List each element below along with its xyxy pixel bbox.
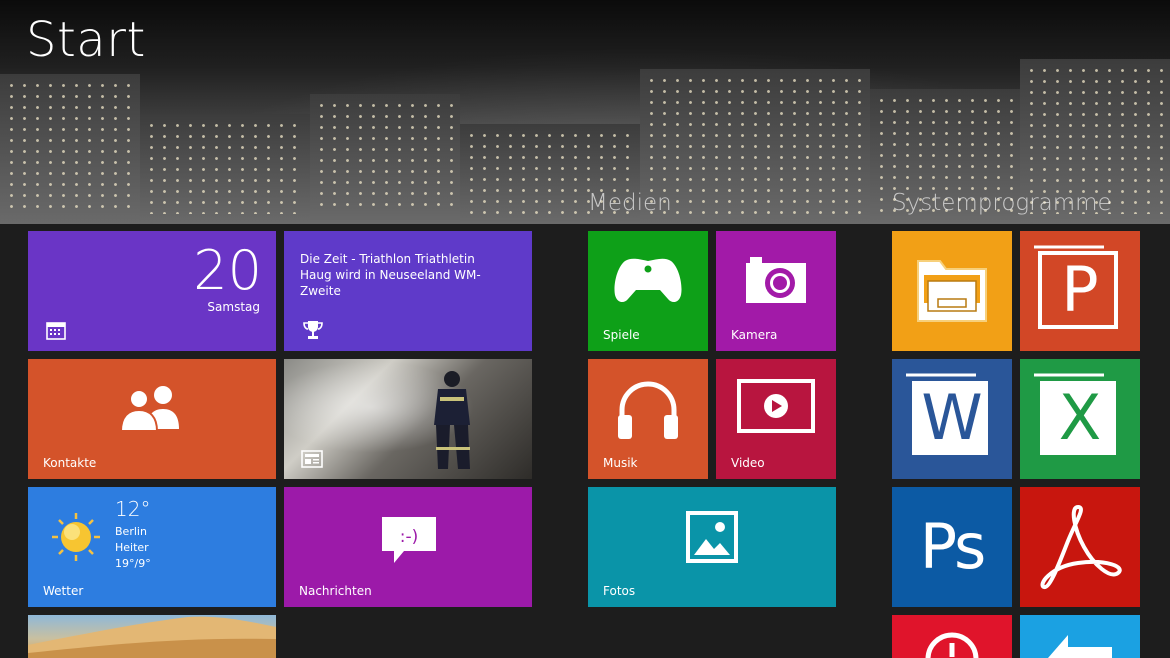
camera-icon xyxy=(746,257,806,303)
desktop-dune xyxy=(28,616,276,658)
tile-label: Nachrichten xyxy=(299,584,372,598)
file-explorer-icon xyxy=(917,260,987,322)
tile-photos[interactable]: Fotos xyxy=(588,487,836,607)
video-icon xyxy=(737,379,815,433)
city-building xyxy=(640,69,870,224)
tile-camera[interactable]: Kamera xyxy=(716,231,836,351)
calendar-weekday: Samstag xyxy=(207,300,260,314)
tile-red-app[interactable] xyxy=(892,615,1012,658)
group-label-media[interactable]: Medien xyxy=(588,190,672,216)
tile-blue-app[interactable] xyxy=(1020,615,1140,658)
xbox-controller-icon xyxy=(614,258,682,303)
news-headline: Die Zeit - Triathlon Triathletin Haug wi… xyxy=(300,252,481,298)
headphones-icon xyxy=(618,381,678,439)
powerpoint-letter: P xyxy=(1061,253,1099,326)
start-banner: Start Medien Systemprogramme xyxy=(0,0,1170,224)
trophy-icon xyxy=(303,321,323,339)
tile-sport-news[interactable]: Die Zeit - Triathlon Triathletin Haug wi… xyxy=(284,231,532,351)
tile-file-explorer[interactable] xyxy=(892,231,1012,351)
tile-label: Video xyxy=(731,456,765,470)
tile-weather[interactable]: 12° Berlin Heiter 19°/9° Wetter xyxy=(28,487,276,607)
sun-icon xyxy=(52,513,100,561)
city-building xyxy=(140,114,310,224)
tile-label: Kamera xyxy=(731,328,778,342)
page-title: Start xyxy=(26,12,146,68)
group-label-system[interactable]: Systemprogramme xyxy=(892,190,1112,216)
firefighter-figure xyxy=(434,371,470,469)
people-icon xyxy=(119,386,179,432)
tile-word[interactable]: W xyxy=(892,359,1012,479)
word-letter: W xyxy=(921,381,983,454)
tile-label: Kontakte xyxy=(43,456,97,470)
weather-city: Berlin xyxy=(115,525,147,538)
tile-photoshop[interactable]: Ps xyxy=(892,487,1012,607)
newspaper-icon xyxy=(301,450,323,468)
photo-icon xyxy=(686,511,738,563)
clock-icon xyxy=(925,632,979,658)
city-building xyxy=(310,94,460,224)
tile-news-photo[interactable] xyxy=(284,359,532,479)
tile-label: Wetter xyxy=(43,584,84,598)
city-building xyxy=(0,74,140,224)
chat-icon: :-) xyxy=(382,517,436,563)
tile-people[interactable]: Kontakte xyxy=(28,359,276,479)
weather-condition: Heiter xyxy=(115,541,149,554)
tile-excel[interactable]: X xyxy=(1020,359,1140,479)
tile-video[interactable]: Video xyxy=(716,359,836,479)
svg-text::-): :-) xyxy=(400,527,419,547)
tile-powerpoint[interactable]: P xyxy=(1020,231,1140,351)
tile-label: Musik xyxy=(603,456,638,470)
arrow-icon xyxy=(1048,635,1112,658)
tile-label: Fotos xyxy=(603,584,636,598)
excel-letter: X xyxy=(1058,381,1102,454)
acrobat-icon xyxy=(1040,504,1122,589)
tile-messaging[interactable]: :-) Nachrichten xyxy=(284,487,532,607)
calendar-icon xyxy=(46,322,66,340)
tile-acrobat[interactable] xyxy=(1020,487,1140,607)
weather-range: 19°/9° xyxy=(115,557,151,570)
weather-temperature: 12° xyxy=(115,497,151,521)
tile-music[interactable]: Musik xyxy=(588,359,708,479)
tile-games[interactable]: Spiele xyxy=(588,231,708,351)
tile-desktop[interactable] xyxy=(28,615,276,658)
photoshop-letters: Ps xyxy=(919,510,987,583)
tile-label: Spiele xyxy=(603,328,640,342)
tile-calendar[interactable]: 20 Samstag xyxy=(28,231,276,351)
calendar-day: 20 xyxy=(193,239,262,302)
